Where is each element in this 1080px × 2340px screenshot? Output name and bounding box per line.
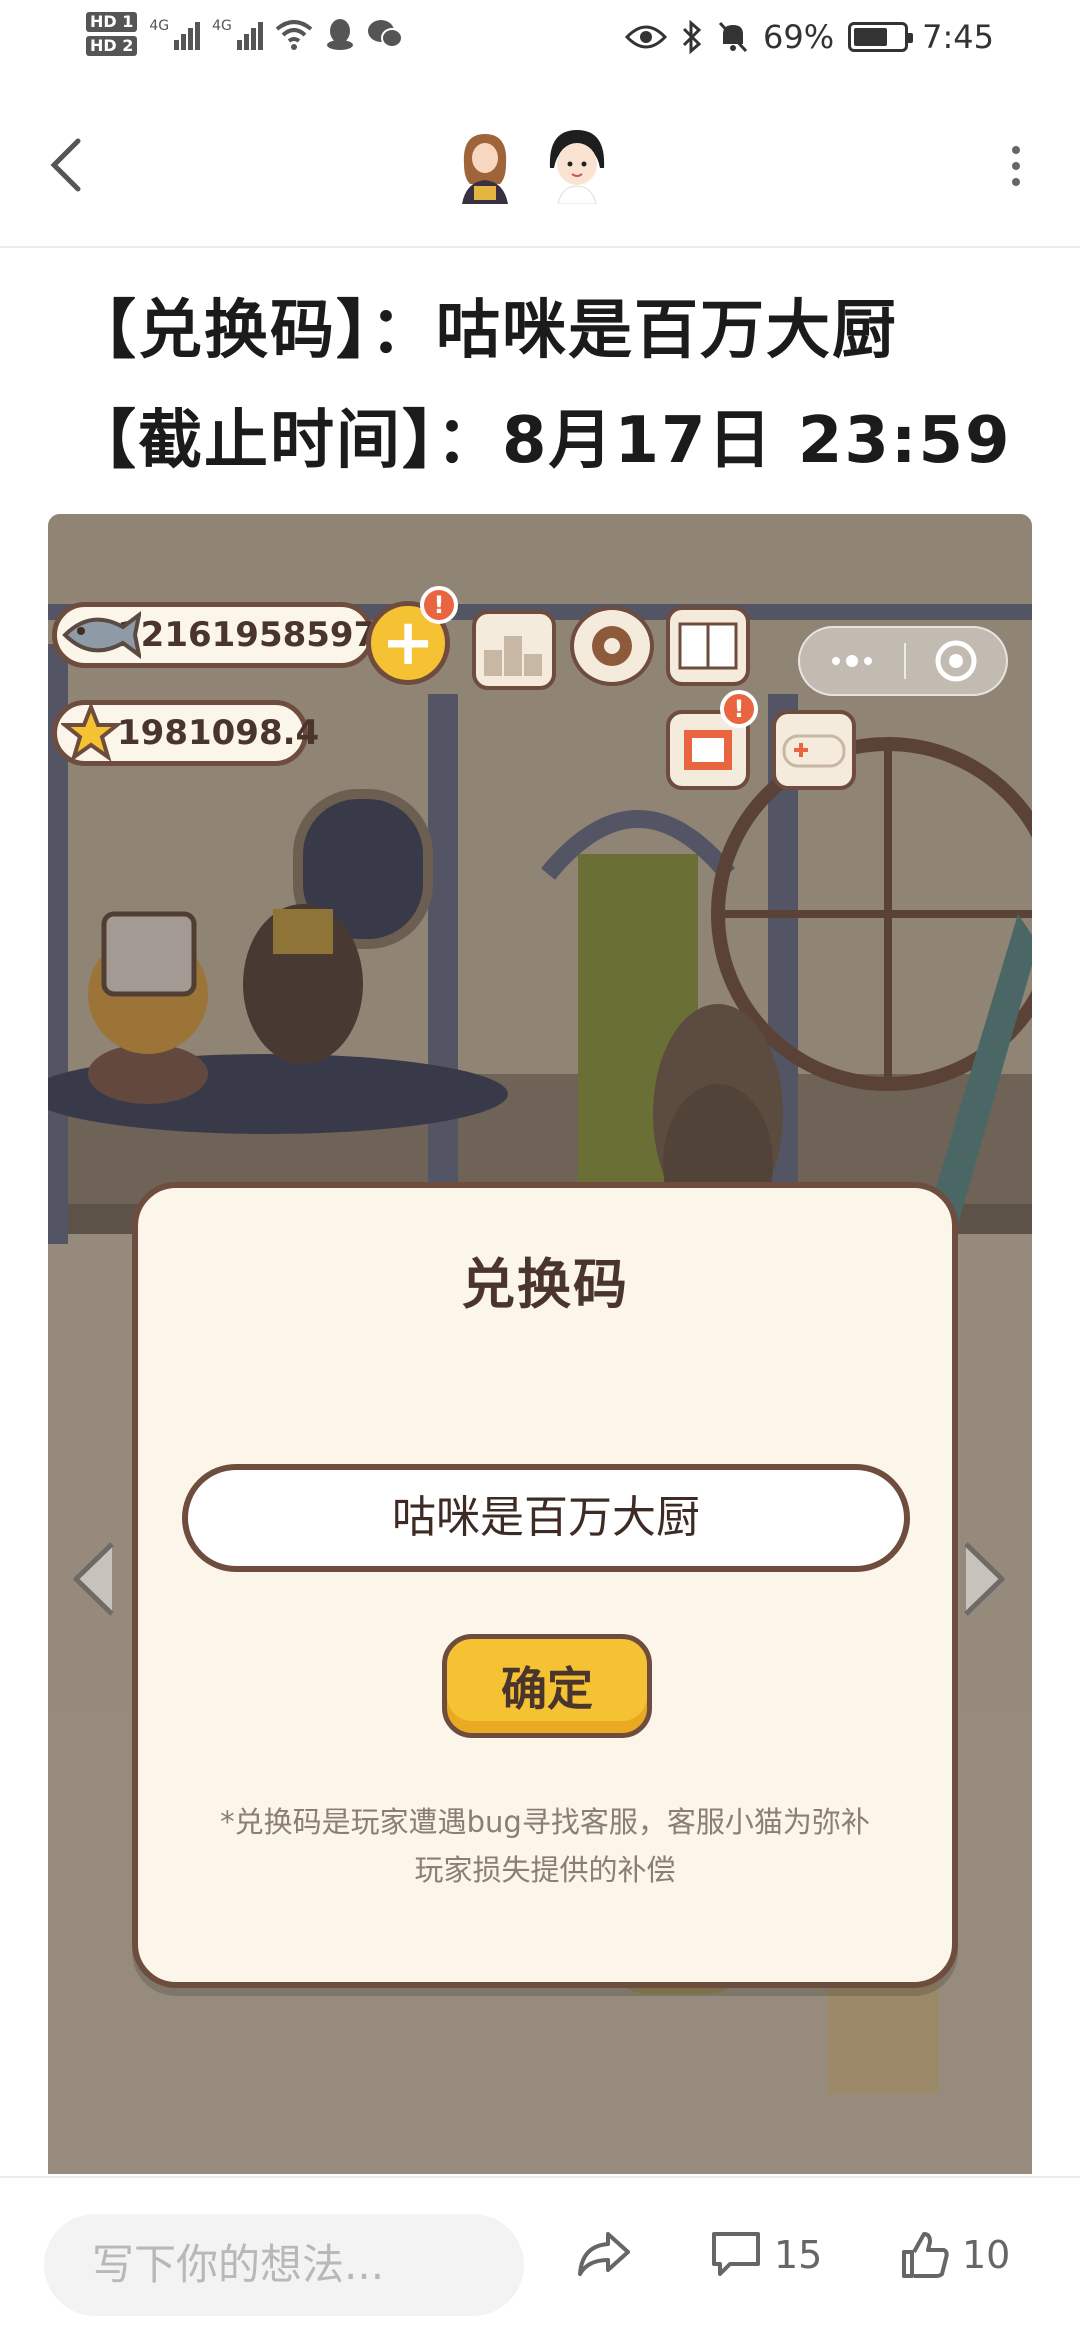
mini-program-capsule[interactable] [798,626,1008,696]
status-right: 69% 7:45 [625,18,994,56]
status-left: HD 1 HD 2 4G 4G [86,12,403,56]
comment-count: 15 [774,2233,823,2277]
redeem-dialog: 兑换码 咕咪是百万大厨 确定 *兑换码是玩家遭遇bug寻找客服，客服小猫为弥补玩… [132,1182,958,1988]
article-title-line-2: 【截止时间】：8月17日 23:59 [72,404,1012,478]
qq-icon [326,19,353,50]
avatar[interactable] [452,124,518,204]
more-vertical-icon[interactable] [1012,146,1020,186]
close-target-icon[interactable] [906,639,1006,683]
net2-label: 4G [212,18,232,34]
signal-icon: 4G [149,18,201,50]
article-title-line-1: 【兑换码】：咕咪是百万大厨 [72,294,898,368]
clock: 7:45 [922,18,994,56]
arrow-right-icon[interactable] [956,1534,1016,1624]
net1-label: 4G [149,18,170,34]
gear-icon[interactable] [570,606,654,686]
star-icon [61,703,121,762]
chevron-left-icon[interactable] [44,135,94,195]
ranking-icon[interactable] [472,610,556,690]
game-screenshot[interactable]: 12161958597 + ! 1981098.4 ! 兑换码 咕咪是百万大厨 … [48,514,1032,2174]
fish-count: 12161958597 [117,615,378,655]
status-bar: HD 1 HD 2 4G 4G 69% 7:45 [0,0,1080,80]
battery-icon [848,22,914,52]
like-button[interactable]: 10 [900,2230,1010,2280]
wechat-icon [367,20,403,48]
star-counter: 1981098.4 [52,700,319,766]
battery-percent: 69% [763,18,835,56]
more-dots-icon[interactable] [800,655,904,667]
like-count: 10 [962,2233,1011,2277]
share-icon [578,2232,630,2276]
arrow-left-icon[interactable] [62,1534,122,1624]
alert-badge: ! [720,690,758,728]
comment-icon [712,2232,760,2276]
avatar[interactable] [544,124,610,204]
confirm-button[interactable]: 确定 [442,1634,652,1738]
comment-button[interactable]: 15 [710,2230,822,2280]
book-icon[interactable] [666,606,750,686]
fish-counter: 12161958597 [52,602,378,668]
eye-icon [625,25,668,49]
comment-input[interactable]: 写下你的想法... [44,2214,524,2316]
nav-bar [0,80,1080,248]
bluetooth-icon [682,20,702,54]
bottom-bar: 写下你的想法... 15 10 [0,2176,1080,2340]
wifi-icon [275,20,313,50]
thumbs-up-icon [902,2232,949,2278]
dialog-title: 兑换码 [461,1253,629,1316]
battery-fill [854,28,888,46]
fish-icon [62,611,141,659]
hd-badges: HD 1 HD 2 [86,12,138,56]
hd2-badge: HD 2 [86,36,138,56]
share-button[interactable] [576,2230,632,2278]
mute-bell-icon [718,21,748,53]
article-title: 【兑换码】：咕咪是百万大厨 【截止时间】：8月17日 23:59 [72,276,1032,496]
alert-badge: ! [420,586,458,624]
star-count: 1981098.4 [117,713,320,753]
avatar-group [452,124,610,204]
redeem-code-input[interactable]: 咕咪是百万大厨 [182,1464,910,1572]
hd1-badge: HD 1 [86,12,138,32]
redeem-note: *兑换码是玩家遭遇bug寻找客服，客服小猫为弥补玩家损失提供的补偿 [220,1805,870,1887]
signal-icon-2: 4G [212,18,263,50]
gamepad-icon[interactable] [772,710,856,790]
